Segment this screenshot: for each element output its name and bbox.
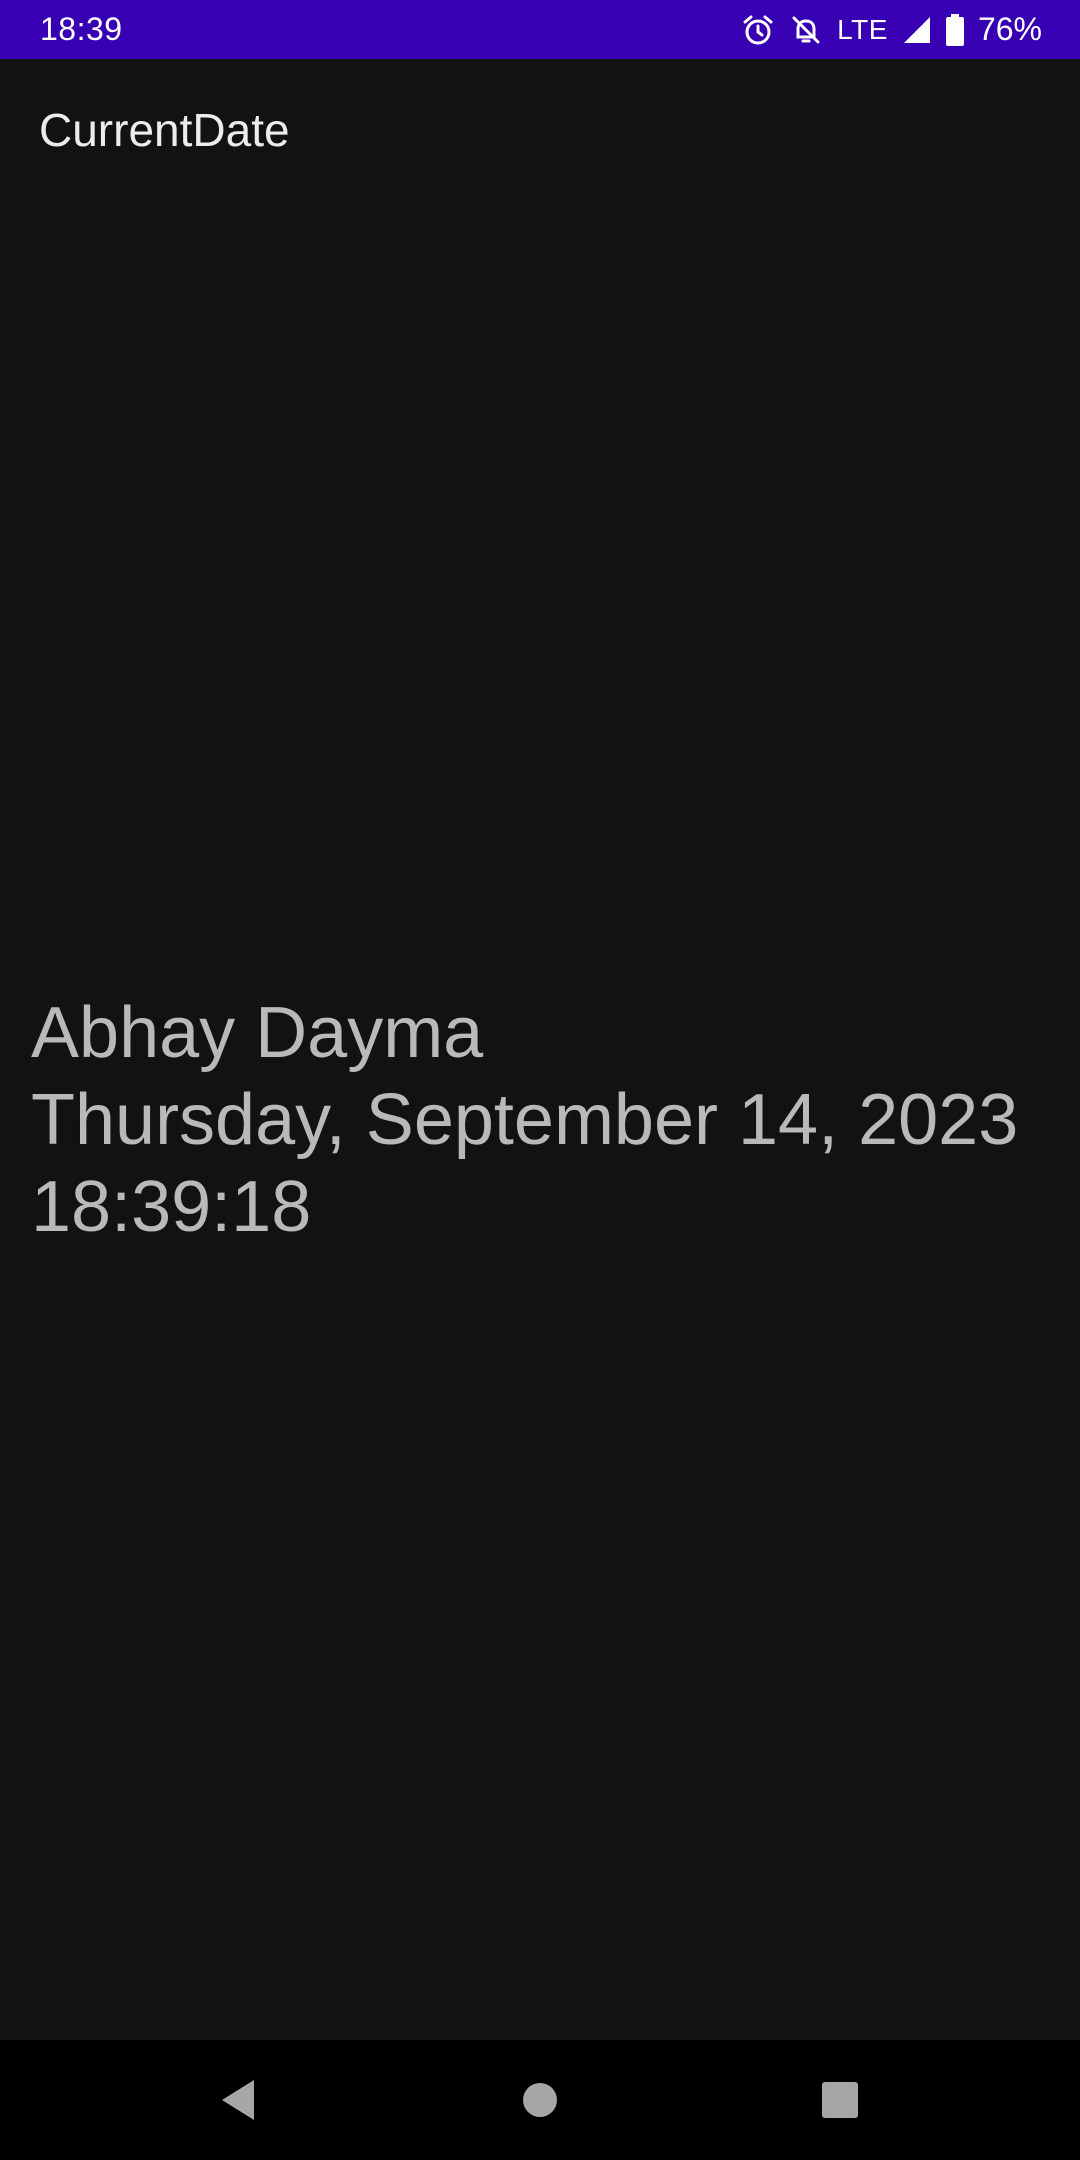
status-time: 18:39	[40, 11, 123, 47]
battery-percentage: 76%	[977, 11, 1042, 47]
battery-icon	[945, 13, 964, 46]
user-name-text: Abhay Dayma	[31, 993, 484, 1073]
app-bar: CurrentDate	[0, 59, 1080, 204]
home-icon	[523, 2083, 557, 2117]
main-content: Abhay Dayma Thursday, September 14, 2023…	[31, 990, 1018, 1251]
notifications-off-icon	[789, 13, 823, 47]
current-time-text: 18:39:18	[31, 1167, 312, 1247]
recents-button[interactable]	[780, 2040, 900, 2160]
status-bar: 18:39 LTE 76%	[0, 0, 1080, 59]
current-date-text: Thursday, September 14, 2023	[31, 1080, 1019, 1160]
app-title: CurrentDate	[39, 104, 290, 156]
navigation-bar	[0, 2040, 1080, 2160]
back-button[interactable]	[178, 2040, 298, 2160]
back-icon	[222, 2080, 254, 2120]
status-icons: LTE 76%	[741, 0, 1042, 59]
alarm-icon	[741, 13, 775, 47]
home-button[interactable]	[480, 2040, 600, 2160]
signal-icon	[902, 15, 932, 45]
recents-icon	[822, 2082, 858, 2118]
lte-label: LTE	[837, 13, 888, 45]
